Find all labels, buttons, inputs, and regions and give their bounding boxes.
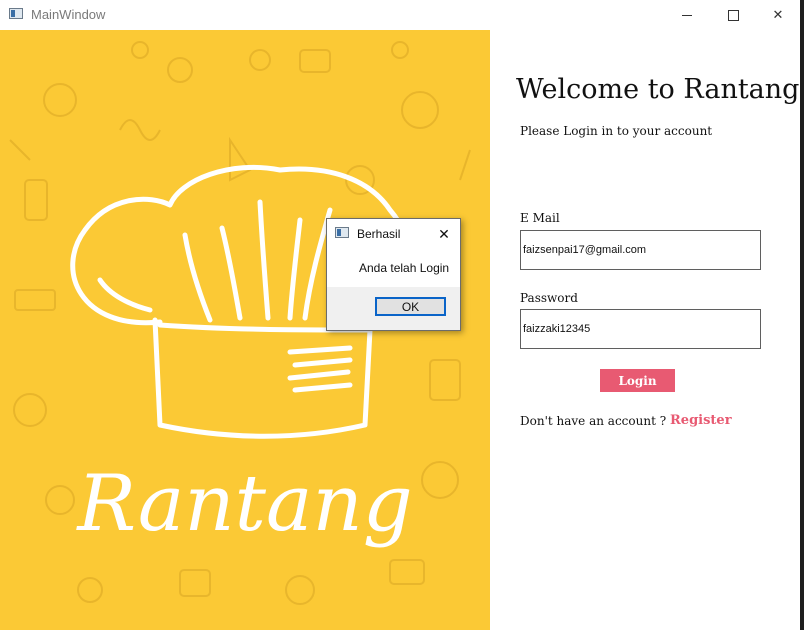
window-titlebar: MainWindow ✕ (0, 0, 800, 30)
close-icon: ✕ (772, 7, 784, 22)
login-button[interactable]: Login (600, 369, 675, 392)
dialog-close-button[interactable]: ✕ (433, 223, 455, 245)
close-icon: ✕ (438, 225, 450, 242)
minimize-button[interactable] (664, 0, 710, 30)
register-link[interactable]: Register (670, 413, 732, 428)
page-title: Welcome to Rantang (516, 74, 800, 105)
app-icon (9, 8, 23, 19)
dialog-message: Anda telah Login (359, 261, 450, 275)
page-subtitle: Please Login in to your account (520, 124, 713, 138)
success-dialog: Berhasil ✕ Anda telah Login OK (326, 218, 461, 331)
minimize-icon (682, 14, 692, 16)
background-window-edge (800, 0, 804, 630)
maximize-icon (727, 9, 739, 21)
email-label: E Mail (520, 211, 560, 225)
no-account-text: Don't have an account ? (520, 414, 667, 428)
dialog-titlebar: Berhasil ✕ (327, 219, 460, 249)
password-label: Password (520, 291, 578, 305)
window-title: MainWindow (31, 7, 106, 22)
maximize-button[interactable] (710, 0, 756, 30)
dialog-ok-button[interactable]: OK (375, 297, 446, 316)
hero-brand-text: Rantang (75, 459, 412, 549)
dialog-title: Berhasil (357, 227, 401, 241)
close-button[interactable]: ✕ (755, 0, 801, 30)
password-field[interactable] (520, 309, 761, 349)
email-field[interactable] (520, 230, 761, 270)
dialog-app-icon (335, 227, 349, 238)
dialog-body: Anda telah Login (327, 249, 460, 287)
